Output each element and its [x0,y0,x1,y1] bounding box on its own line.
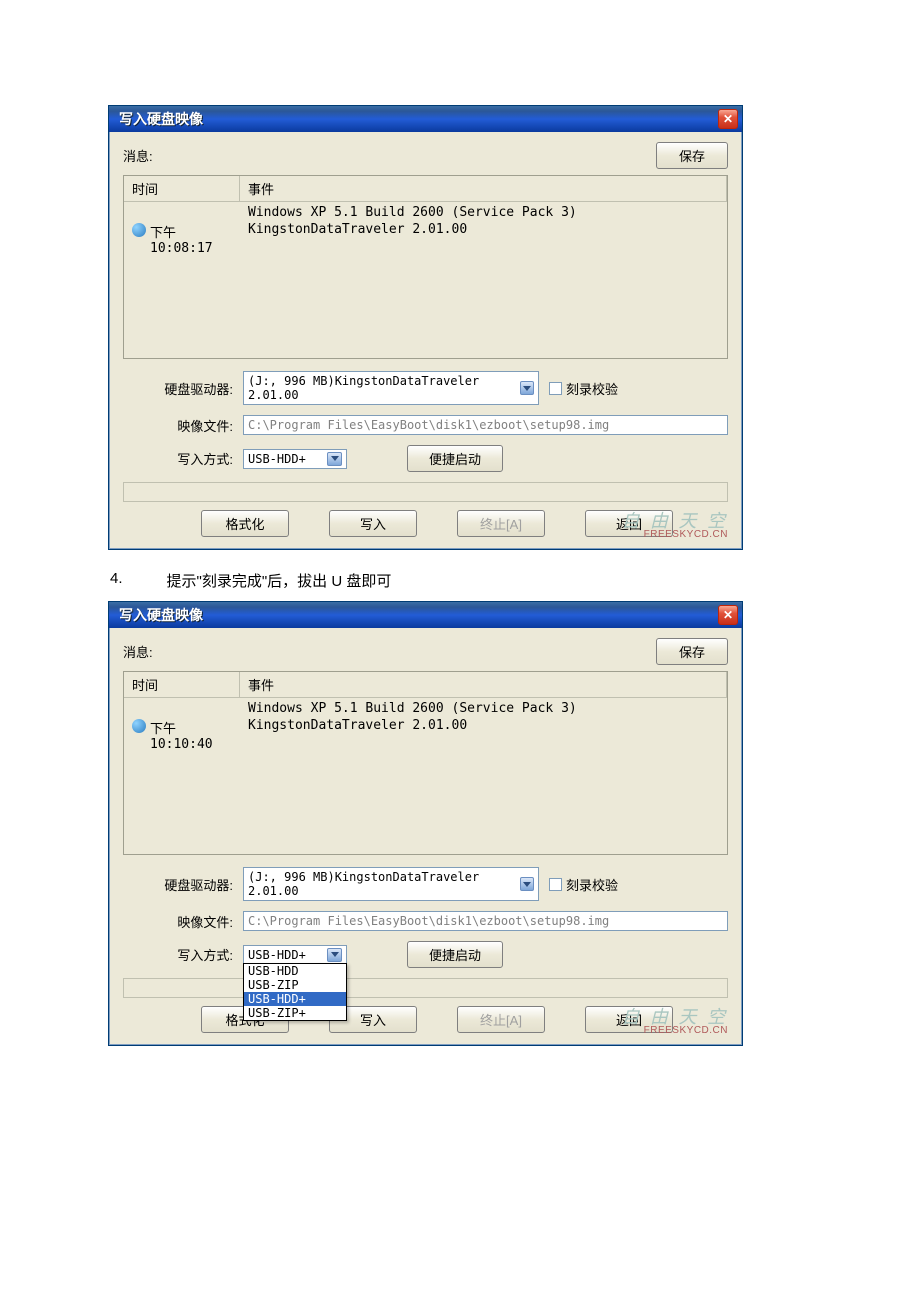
window-title: 写入硬盘映像 [119,109,203,129]
back-button[interactable]: 返回 [585,510,673,537]
quick-boot-button[interactable]: 便捷启动 [407,445,503,472]
abort-button: 终止[A] [457,1006,545,1033]
titlebar[interactable]: 写入硬盘映像 ✕ [109,106,742,132]
chevron-down-icon[interactable] [520,381,534,395]
dialog-write-disk-image-1: 写入硬盘映像 ✕ 消息: 保存 时间 事件 Windows XP 5.1 Bui… [108,105,743,550]
back-button[interactable]: 返回 [585,1006,673,1033]
image-file-field: C:\Program Files\EasyBoot\disk1\ezboot\s… [243,415,728,435]
progress-bar [123,978,728,998]
col-header-event[interactable]: 事件 [240,176,727,201]
window-title: 写入硬盘映像 [119,605,203,625]
globe-icon [132,719,146,733]
table-row: Windows XP 5.1 Build 2600 (Service Pack … [124,204,727,221]
write-mode-label: 写入方式: [123,449,243,468]
save-button[interactable]: 保存 [656,638,728,665]
table-row: 下午 10:08:17 KingstonDataTraveler 2.01.00 [124,221,727,257]
option-usb-hdd[interactable]: USB-HDD [244,964,346,978]
write-mode-dropdown[interactable]: USB-HDD USB-ZIP USB-HDD+ USB-ZIP+ [243,963,347,1021]
verify-checkbox[interactable]: 刻录校验 [549,875,618,894]
abort-button: 终止[A] [457,510,545,537]
verify-checkbox[interactable]: 刻录校验 [549,379,618,398]
chevron-down-icon[interactable] [520,877,534,891]
titlebar[interactable]: 写入硬盘映像 ✕ [109,602,742,628]
drive-select[interactable]: (J:, 996 MB)KingstonDataTraveler 2.01.00 [243,867,539,901]
option-usb-zip-plus[interactable]: USB-ZIP+ [244,1006,346,1020]
col-header-time[interactable]: 时间 [124,672,240,697]
image-file-field: C:\Program Files\EasyBoot\disk1\ezboot\s… [243,911,728,931]
image-file-label: 映像文件: [123,416,243,435]
message-label: 消息: [123,642,153,661]
log-table: 时间 事件 Windows XP 5.1 Build 2600 (Service… [123,175,728,359]
format-button[interactable]: 格式化 [201,510,289,537]
table-row: 下午 10:10:40 KingstonDataTraveler 2.01.00 [124,717,727,753]
globe-icon [132,223,146,237]
col-header-event[interactable]: 事件 [240,672,727,697]
image-file-label: 映像文件: [123,912,243,931]
save-button[interactable]: 保存 [656,142,728,169]
message-label: 消息: [123,146,153,165]
write-mode-label: 写入方式: [123,945,243,964]
drive-label: 硬盘驱动器: [123,379,243,398]
chevron-down-icon[interactable] [327,452,342,466]
drive-label: 硬盘驱动器: [123,875,243,894]
quick-boot-button[interactable]: 便捷启动 [407,941,503,968]
close-icon[interactable]: ✕ [718,605,738,625]
dialog-write-disk-image-2: 写入硬盘映像 ✕ 消息: 保存 时间 事件 Windows XP 5.1 Bui… [108,601,743,1046]
option-usb-hdd-plus[interactable]: USB-HDD+ [244,992,346,1006]
col-header-time[interactable]: 时间 [124,176,240,201]
progress-bar [123,482,728,502]
write-mode-select[interactable]: USB-HDD+ [243,449,347,469]
write-mode-select[interactable]: USB-HDD+ [243,945,347,965]
write-button[interactable]: 写入 [329,510,417,537]
option-usb-zip[interactable]: USB-ZIP [244,978,346,992]
close-icon[interactable]: ✕ [718,109,738,129]
instruction-step-4: 4.提示"刻录完成"后，拔出 U 盘即可 [110,570,920,591]
log-table: 时间 事件 Windows XP 5.1 Build 2600 (Service… [123,671,728,855]
drive-select[interactable]: (J:, 996 MB)KingstonDataTraveler 2.01.00 [243,371,539,405]
table-row: Windows XP 5.1 Build 2600 (Service Pack … [124,700,727,717]
chevron-down-icon[interactable] [327,948,342,962]
